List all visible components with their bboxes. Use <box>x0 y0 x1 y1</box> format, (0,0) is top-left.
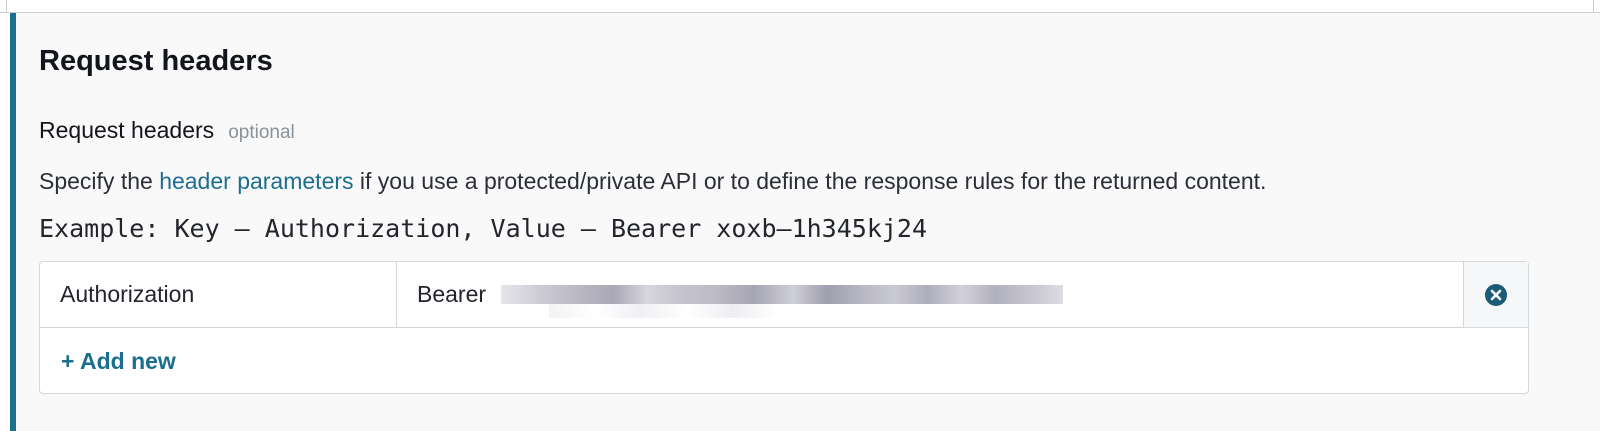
remove-header-button[interactable] <box>1463 262 1528 327</box>
header-key-input[interactable]: Authorization <box>40 262 397 327</box>
header-value-text: Bearer <box>417 281 487 307</box>
previous-section-edge <box>0 0 1600 13</box>
description-suffix: if you use a protected/private API or to… <box>353 168 1267 194</box>
add-new-button[interactable]: + Add new <box>61 348 176 375</box>
field-label: Request headers <box>39 117 215 143</box>
optional-tag: optional <box>228 122 295 143</box>
description-prefix: Specify the <box>39 168 160 194</box>
divider <box>6 0 7 12</box>
header-parameters-link[interactable]: header parameters <box>159 168 353 194</box>
example-text: Example: Key – Authorization, Value – Be… <box>39 214 928 243</box>
divider <box>1593 0 1594 12</box>
request-headers-section: Request headers Request headers optional… <box>10 13 1600 431</box>
header-row: Authorization Bearer <box>40 262 1528 328</box>
field-label-row: Request headers optional <box>39 117 295 144</box>
redacted-token <box>501 285 1063 304</box>
section-title: Request headers <box>39 45 273 77</box>
field-description: Specify the header parameters if you use… <box>39 168 1266 195</box>
redacted-token-shadow <box>549 304 779 318</box>
headers-table: Authorization Bearer + Add new <box>39 261 1529 394</box>
header-value-input[interactable]: Bearer <box>397 262 1464 327</box>
close-circle-icon <box>1485 283 1507 306</box>
